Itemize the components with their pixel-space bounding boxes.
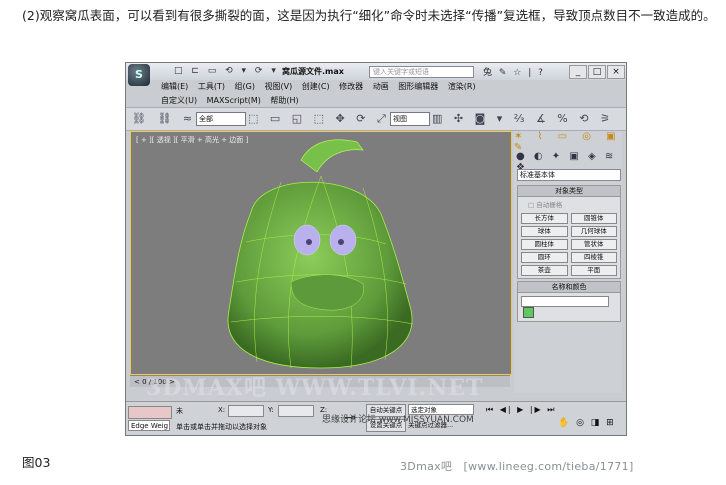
maxscript-input[interactable]: Edge Weig <box>128 420 170 431</box>
menu-group[interactable]: 组(G) <box>235 81 255 92</box>
figure-caption: 图03 <box>22 455 51 470</box>
maxscript-listener[interactable] <box>128 406 172 419</box>
playback-controls[interactable]: ⏮ ◀| ▶ |▶ ⏭ <box>486 405 556 415</box>
menu-help[interactable]: 帮助(H) <box>270 95 298 106</box>
cylinder-button[interactable]: 圆柱体 <box>521 239 568 250</box>
y-label: Y: <box>268 406 274 414</box>
selection-filter-dropdown[interactable]: 全部 <box>196 112 246 126</box>
category-dropdown[interactable]: 标准基本体 <box>517 169 621 181</box>
sphere-button[interactable]: 球体 <box>521 226 568 237</box>
menu-rendering[interactable]: 渲染(R) <box>448 81 476 92</box>
torus-button[interactable]: 圆环 <box>521 252 568 263</box>
search-input[interactable]: 键入关键字或短语 <box>369 66 474 78</box>
viewport-nav-icons[interactable]: ✋ ◎ ◨ ⊞ <box>558 418 616 428</box>
plane-button[interactable]: 平面 <box>570 265 617 276</box>
maximize-button[interactable]: □ <box>588 65 606 79</box>
cone-button[interactable]: 圆锥体 <box>570 213 617 224</box>
selection-count: 未 <box>176 407 183 415</box>
title-bar: S □ ⊏ ▭ ⟲ ▾ ⟳ ▾ 窝瓜源文件.max 键入关键字或短语 兔 ✎ ☆… <box>126 63 626 86</box>
link-icon[interactable]: ⛓ ⛓ ≈ <box>132 112 196 125</box>
pivot-snap-icons[interactable]: ▥ ✣ ◙ ▾ ⅔ ∡ % ⟲ ⚞ <box>432 112 614 125</box>
prompt-text: 单击或单击并拖动以选择对象 <box>176 423 267 431</box>
menu-tools[interactable]: 工具(T) <box>198 81 225 92</box>
menu-bar: 编辑(E) 工具(T) 组(G) 视图(V) 创建(C) 修改器 动画 图形编辑… <box>158 80 488 108</box>
select-tools-icon[interactable]: ⬚ ▭ ◱ ⬚ ✥ ⟳ ⤢ <box>248 112 390 126</box>
x-label: X: <box>218 406 226 414</box>
ref-coord-dropdown[interactable]: 视图 <box>390 112 430 126</box>
name-color-header[interactable]: 名称和颜色 <box>518 282 620 293</box>
menu-create[interactable]: 创建(C) <box>302 81 330 92</box>
x-field[interactable] <box>228 405 264 417</box>
quick-access-toolbar[interactable]: □ ⊏ ▭ ⟲ ▾ ⟳ ▾ <box>174 66 279 76</box>
autogrid-checkbox[interactable]: □ 自动栅格 <box>528 199 620 209</box>
perspective-viewport[interactable]: [ + ][ 透视 ][ 平滑 + 高光 + 边面 ] <box>130 131 512 375</box>
menu-edit[interactable]: 编辑(E) <box>161 81 188 92</box>
name-color-rollout: 名称和颜色 <box>517 281 621 322</box>
window-buttons: _ □ × <box>568 65 625 79</box>
watermark-secondary: 思缘设计论坛 www.MISSYUAN.COM <box>322 415 474 425</box>
command-panel: ✶ ⌇ ▭ ◎ ▣ ✎ ● ◐ ✦ ▣ ◈ ≋ ❖ 标准基本体 对象类型 □ 自… <box>514 131 622 393</box>
color-swatch[interactable] <box>523 307 534 318</box>
minimize-button[interactable]: _ <box>569 65 587 79</box>
watermark: 3DMAX吧 WWW.TLVI.NET <box>146 375 484 401</box>
y-field[interactable] <box>278 405 314 417</box>
main-toolbar: ⛓ ⛓ ≈ 全部 ⬚ ▭ ◱ ⬚ ✥ ⟳ ⤢ 视图 ▥ ✣ ◙ ▾ ⅔ ∡ % … <box>126 107 626 131</box>
app-logo[interactable]: S <box>128 64 150 86</box>
menu-graph-editors[interactable]: 图形编辑器 <box>398 81 438 92</box>
object-name-input[interactable] <box>521 296 609 307</box>
title-tools[interactable]: 兔 ✎ ☆ | ? <box>483 65 545 78</box>
primitive-buttons: 长方体 圆锥体 球体 几何球体 圆柱体 管状体 圆环 四棱锥 茶壶 平面 <box>518 211 620 278</box>
article-paragraph: (2)观察窝瓜表面，可以看到有很多撕裂的面，这是因为执行“细化”命令时未选择“传… <box>22 8 716 23</box>
command-tabs[interactable]: ✶ ⌇ ▭ ◎ ▣ ✎ <box>514 131 622 153</box>
object-type-rollout: 对象类型 □ 自动栅格 长方体 圆锥体 球体 几何球体 圆柱体 管状体 圆环 四… <box>517 185 621 279</box>
menu-modifiers[interactable]: 修改器 <box>339 81 363 92</box>
teapot-button[interactable]: 茶壶 <box>521 265 568 276</box>
gourd-model <box>227 139 414 369</box>
tube-button[interactable]: 管状体 <box>570 239 617 250</box>
gourd-stem <box>300 139 364 173</box>
menu-views[interactable]: 视图(V) <box>265 81 293 92</box>
pyramid-button[interactable]: 四棱锥 <box>570 252 617 263</box>
menu-animation[interactable]: 动画 <box>373 81 389 92</box>
object-type-header[interactable]: 对象类型 <box>518 186 620 197</box>
geosphere-button[interactable]: 几何球体 <box>570 226 617 237</box>
box-button[interactable]: 长方体 <box>521 213 568 224</box>
menu-customize[interactable]: 自定义(U) <box>161 95 197 106</box>
menu-maxscript[interactable]: MAXScript(M) <box>207 96 261 105</box>
window-title: 窝瓜源文件.max <box>282 67 344 76</box>
page-footer: 3Dmax吧 [www.lineeg.com/tieba/1771] <box>400 460 634 473</box>
close-button[interactable]: × <box>607 65 625 79</box>
